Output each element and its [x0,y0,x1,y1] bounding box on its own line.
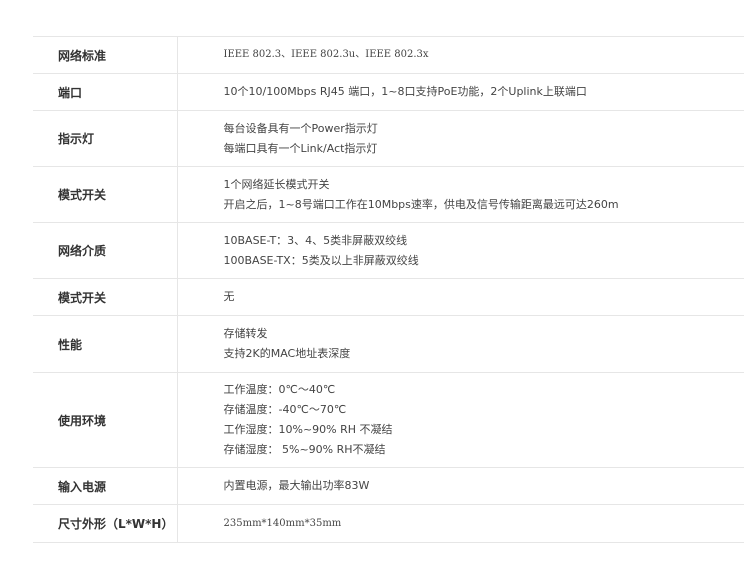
spec-value-line: 工作温度：0℃～40℃ [223,383,336,396]
spec-label: 网络标准 [33,36,178,74]
spec-label: 性能 [33,315,178,373]
spec-row-mode-switch-2: 模式开关 无 [33,278,744,316]
spec-row-power-input: 输入电源 内置电源，最大输出功率83W [33,467,744,505]
spec-value: 1个网络延长模式开关 开启之后，1~8号端口工作在10Mbps速率，供电及信号传… [177,167,744,223]
spec-value: 内置电源，最大输出功率83W [177,468,744,505]
spec-row-mode-switch: 模式开关 1个网络延长模式开关 开启之后，1~8号端口工作在10Mbps速率，供… [33,166,744,223]
spec-value-line: 每端口具有一个Link/Act指示灯 [223,141,378,155]
spec-label: 尺寸外形（L*W*H） [33,504,178,543]
spec-label: 指示灯 [33,110,178,167]
spec-row-network-media: 网络介质 10BASE-T：3、4、5类非屏蔽双绞线 100BASE-TX：5类… [33,222,744,279]
spec-value-line: IEEE 802.3、IEEE 802.3u、IEEE 802.3x [223,49,429,60]
spec-value-line: 10个10/100Mbps RJ45 端口，1~8口支持PoE功能，2个Upli… [223,85,587,98]
spec-value-line: 235mm*140mm*35mm [223,517,342,529]
spec-value: 存储转发 支持2K的MAC地址表深度 [177,316,744,373]
spec-value: 10个10/100Mbps RJ45 端口，1~8口支持PoE功能，2个Upli… [177,74,744,111]
spec-value: 工作温度：0℃～40℃ 存储温度：-40℃～70℃ 工作湿度：10%~90% R… [177,373,744,468]
spec-label: 网络介质 [33,222,178,279]
spec-value-line: 1个网络延长模式开关 [223,177,330,191]
spec-value: 无 [177,279,744,316]
spec-label: 模式开关 [33,166,178,223]
spec-row-network-standard: 网络标准 IEEE 802.3、IEEE 802.3u、IEEE 802.3x [33,36,744,74]
spec-value: 10BASE-T：3、4、5类非屏蔽双绞线 100BASE-TX：5类及以上非屏… [177,223,744,279]
spec-row-ports: 端口 10个10/100Mbps RJ45 端口，1~8口支持PoE功能，2个U… [33,73,744,111]
spec-row-dimensions: 尺寸外形（L*W*H） 235mm*140mm*35mm [33,504,744,543]
spec-value-line: 100BASE-TX：5类及以上非屏蔽双绞线 [223,253,419,267]
spec-row-performance: 性能 存储转发 支持2K的MAC地址表深度 [33,315,744,373]
spec-value-line: 开启之后，1~8号端口工作在10Mbps速率，供电及信号传输距离最远可达260m [223,197,619,211]
spec-table: 网络标准 IEEE 802.3、IEEE 802.3u、IEEE 802.3x … [33,36,744,543]
spec-row-environment: 使用环境 工作温度：0℃～40℃ 存储温度：-40℃～70℃ 工作湿度：10%~… [33,372,744,468]
spec-value-line: 支持2K的MAC地址表深度 [223,347,351,360]
spec-value-line: 存储转发 [223,327,268,340]
spec-value-line: 存储温度：-40℃～70℃ [223,403,347,416]
spec-label: 模式开关 [33,278,178,316]
spec-value-line: 每台设备具有一个Power指示灯 [223,121,378,135]
spec-label: 使用环境 [33,372,178,468]
spec-value-line: 存储湿度： 5%~90% RH不凝结 [223,443,386,456]
spec-value: IEEE 802.3、IEEE 802.3u、IEEE 802.3x [177,37,744,74]
spec-label: 输入电源 [33,467,178,505]
spec-row-indicators: 指示灯 每台设备具有一个Power指示灯 每端口具有一个Link/Act指示灯 [33,110,744,167]
spec-value: 235mm*140mm*35mm [177,505,744,543]
spec-value-line: 工作湿度：10%~90% RH 不凝结 [223,423,393,436]
spec-label: 端口 [33,73,178,111]
spec-value-line: 内置电源，最大输出功率83W [223,479,370,492]
spec-value: 每台设备具有一个Power指示灯 每端口具有一个Link/Act指示灯 [177,111,744,167]
spec-value-line: 10BASE-T：3、4、5类非屏蔽双绞线 [223,233,408,247]
spec-value-line: 无 [223,290,235,303]
